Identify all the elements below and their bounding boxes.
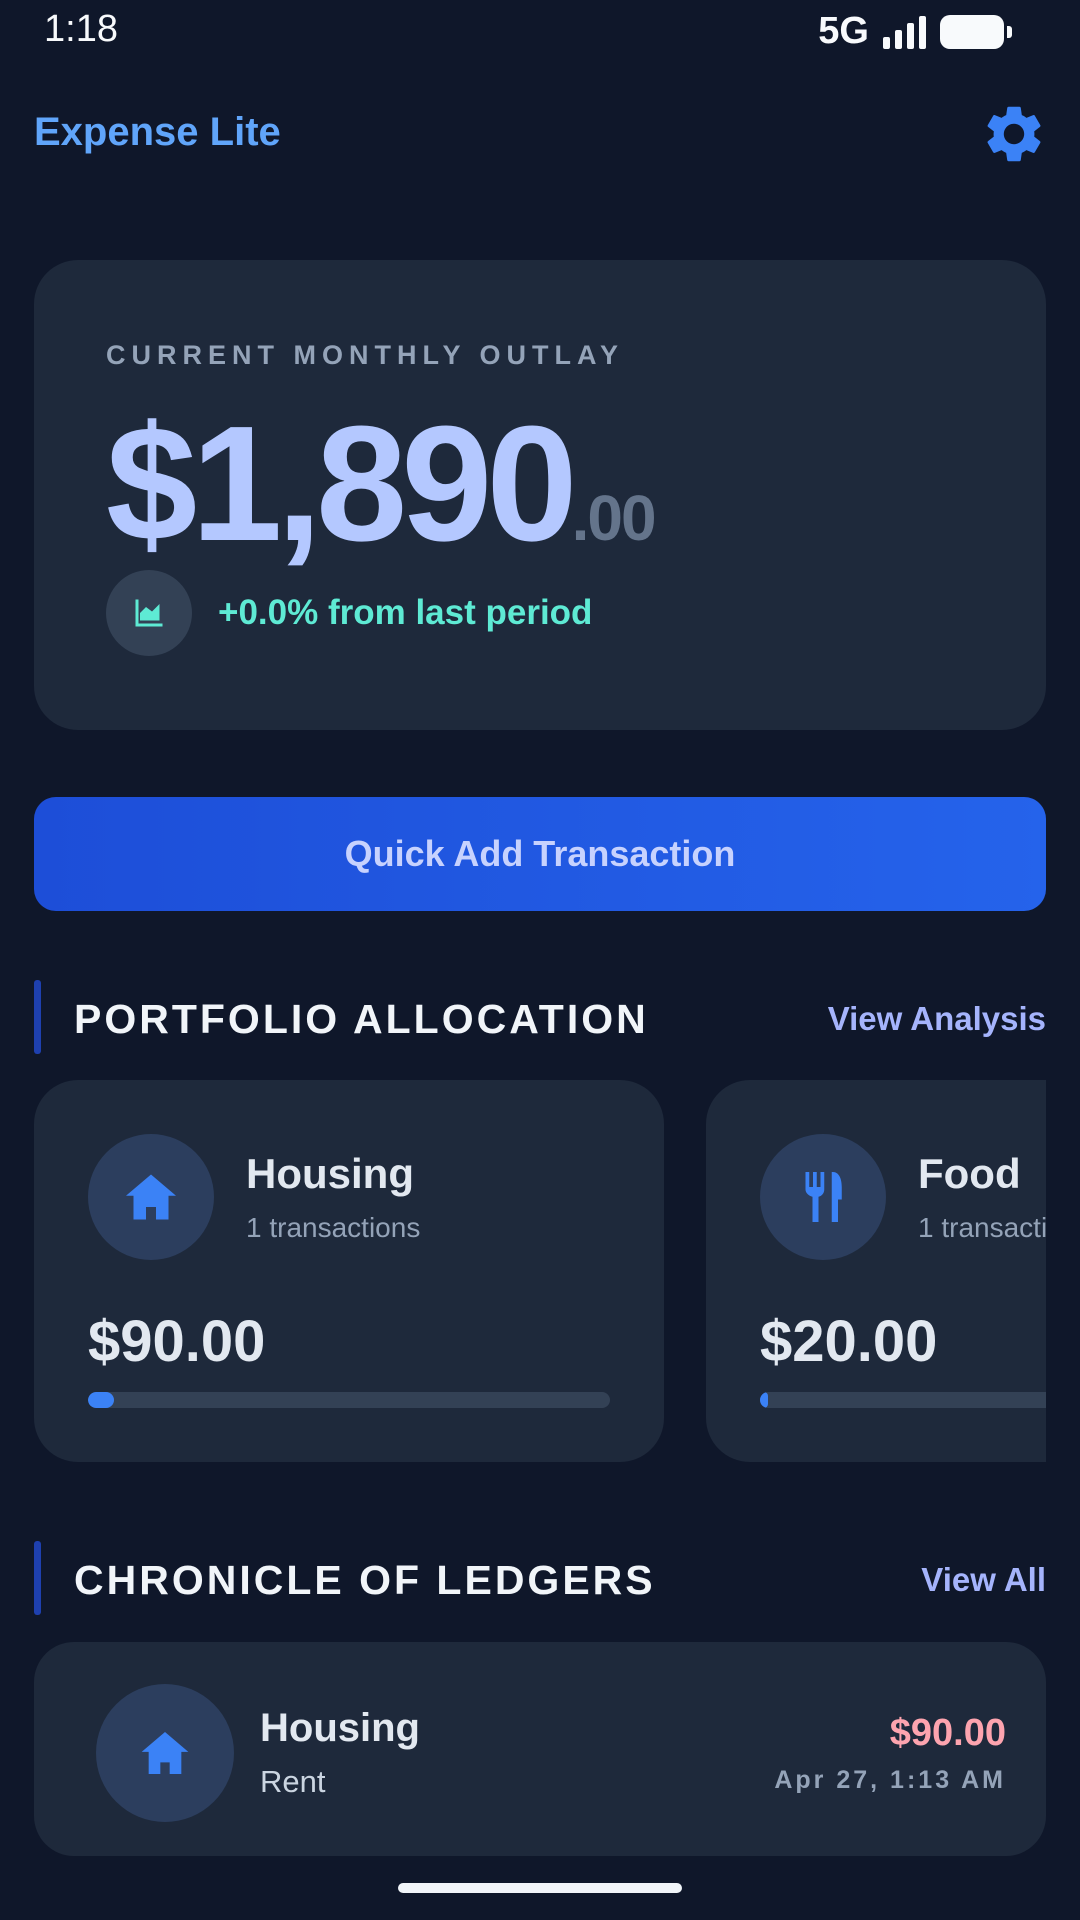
category-amount: $90.00 xyxy=(88,1309,266,1374)
category-card-food[interactable]: Food 1 transactions $20.00 xyxy=(706,1080,1046,1462)
ledger-note: Rent xyxy=(260,1764,326,1799)
home-indicator[interactable] xyxy=(398,1883,682,1893)
category-progress-track xyxy=(760,1392,1046,1408)
outlay-label: CURRENT MONTHLY OUTLAY xyxy=(106,340,625,370)
status-time: 1:18 xyxy=(44,8,118,50)
category-icon-badge xyxy=(760,1134,886,1260)
category-count: 1 transactions xyxy=(246,1212,421,1243)
ledger-icon-badge xyxy=(96,1684,234,1822)
app-title: Expense Lite xyxy=(34,110,281,154)
category-card-housing[interactable]: Housing 1 transactions $90.00 xyxy=(34,1080,664,1462)
area-chart-icon xyxy=(135,599,163,627)
settings-button[interactable] xyxy=(980,100,1048,168)
network-label: 5G xyxy=(818,10,869,52)
monthly-outlay-card: CURRENT MONTHLY OUTLAY $1,890 .00 +0.0% … xyxy=(34,260,1046,730)
category-progress-track xyxy=(88,1392,610,1408)
signal-icon xyxy=(883,15,926,49)
category-amount: $20.00 xyxy=(760,1309,938,1374)
ledger-amount: $90.00 xyxy=(889,1712,1006,1754)
outlay-amount-cents: .00 xyxy=(571,482,657,554)
ledger-entry[interactable]: Housing Rent $90.00 Apr 27, 1:13 AM xyxy=(34,1642,1046,1856)
trend-badge xyxy=(106,570,192,656)
category-progress-fill xyxy=(88,1392,115,1408)
gear-icon xyxy=(987,106,1041,162)
battery-icon xyxy=(940,14,1012,49)
section-accent-bar xyxy=(34,980,41,1054)
view-analysis-link[interactable]: View Analysis xyxy=(828,1000,1046,1038)
trend-text: +0.0% from last period xyxy=(218,593,593,632)
home-icon xyxy=(126,1174,176,1220)
utensils-icon xyxy=(805,1172,842,1222)
ledger-section-header: CHRONICLE OF LEDGERS View All xyxy=(34,1541,1046,1617)
ledger-title: CHRONICLE OF LEDGERS xyxy=(74,1557,656,1603)
home-icon xyxy=(141,1732,189,1774)
section-accent-bar xyxy=(34,1541,41,1615)
category-carousel[interactable]: Housing 1 transactions $90.00 Food 1 tra… xyxy=(34,1080,1046,1462)
trend-row: +0.0% from last period xyxy=(106,570,592,656)
category-count: 1 transactions xyxy=(918,1212,1046,1243)
outlay-amount: $1,890 .00 xyxy=(106,390,657,578)
view-all-link[interactable]: View All xyxy=(921,1561,1046,1599)
screen: 1:18 5G Expense Lite CURRENT MONTHLY OUT… xyxy=(0,0,1080,1920)
quick-add-label: Quick Add Transaction xyxy=(344,833,736,874)
status-bar: 1:18 5G xyxy=(0,0,1080,60)
portfolio-section-header: PORTFOLIO ALLOCATION View Analysis xyxy=(34,980,1046,1056)
status-icons: 5G xyxy=(818,10,1012,53)
portfolio-title: PORTFOLIO ALLOCATION xyxy=(74,996,649,1042)
ledger-date: Apr 27, 1:13 AM xyxy=(774,1766,1006,1794)
outlay-amount-main: $1,890 xyxy=(106,392,578,575)
category-progress-fill xyxy=(760,1392,768,1408)
category-name: Food xyxy=(918,1150,1021,1197)
quick-add-button[interactable]: Quick Add Transaction xyxy=(34,797,1046,911)
ledger-category: Housing xyxy=(260,1706,420,1750)
category-name: Housing xyxy=(246,1150,414,1197)
category-icon-badge xyxy=(88,1134,214,1260)
